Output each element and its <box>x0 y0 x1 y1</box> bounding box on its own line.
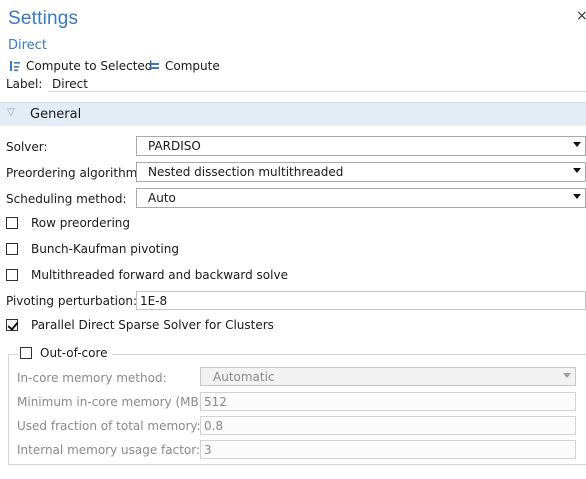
section-general-header[interactable]: ▽ General <box>0 102 586 126</box>
row-preordering-label: Row preordering <box>31 216 130 230</box>
compute-label: Compute <box>165 59 220 73</box>
node-name: Direct <box>8 38 47 53</box>
in-core-method-select: Automatic <box>200 367 576 386</box>
dropdown-arrow-icon <box>573 142 581 147</box>
preordering-select[interactable]: Nested dissection multithreaded <box>136 162 586 182</box>
multithreaded-checkbox[interactable] <box>6 269 18 281</box>
out-of-core-label: Out-of-core <box>40 346 108 360</box>
solver-value: PARDISO <box>148 139 201 153</box>
parallel-checkbox[interactable] <box>6 319 18 331</box>
row-preordering-checkbox-row[interactable]: Row preordering <box>6 215 130 231</box>
label-row: Label: <box>6 76 586 93</box>
compute-to-selected-label: Compute to Selected <box>26 59 153 73</box>
preordering-label: Preordering algorithm: <box>6 166 142 180</box>
scheduling-select[interactable]: Auto <box>136 188 586 208</box>
in-core-method-label: In-core memory method: <box>17 371 167 385</box>
section-title: General <box>30 107 82 122</box>
out-of-core-checkbox[interactable] <box>20 347 32 359</box>
compute-button[interactable]: Compute <box>149 58 220 74</box>
close-icon[interactable]: × <box>576 8 586 24</box>
chevron-down-icon: ▽ <box>7 107 15 118</box>
solver-label: Solver: <box>6 140 48 154</box>
out-of-core-checkbox-row[interactable]: Out-of-core <box>18 345 112 361</box>
dropdown-arrow-icon <box>563 373 571 378</box>
min-memory-input: 512 <box>200 392 576 411</box>
multithreaded-checkbox-row[interactable]: Multithreaded forward and backward solve <box>6 267 288 283</box>
compute-icon <box>149 63 159 69</box>
row-preordering-checkbox[interactable] <box>6 217 18 229</box>
parallel-checkbox-row[interactable]: Parallel Direct Sparse Solver for Cluste… <box>6 317 274 333</box>
scheduling-value: Auto <box>148 191 176 205</box>
bunch-kaufman-checkbox[interactable] <box>6 243 18 255</box>
min-memory-label: Minimum in-core memory (MB): <box>17 395 208 409</box>
page-title: Settings <box>8 8 79 29</box>
used-fraction-input: 0.8 <box>200 416 576 435</box>
usage-factor-input: 3 <box>200 440 576 459</box>
pivoting-input[interactable]: 1E-8 <box>136 291 586 310</box>
dropdown-arrow-icon <box>573 194 581 199</box>
label-field-label: Label: <box>6 77 43 91</box>
scheduling-label: Scheduling method: <box>6 192 127 206</box>
compute-to-selected-icon <box>10 61 20 72</box>
dropdown-arrow-icon <box>573 168 581 173</box>
label-field[interactable] <box>48 76 586 92</box>
in-core-method-value: Automatic <box>213 370 275 384</box>
used-fraction-label: Used fraction of total memory: <box>17 419 201 433</box>
solver-select[interactable]: PARDISO <box>136 136 586 156</box>
preordering-value: Nested dissection multithreaded <box>148 165 344 179</box>
bunch-kaufman-checkbox-row[interactable]: Bunch-Kaufman pivoting <box>6 241 179 257</box>
usage-factor-label: Internal memory usage factor: <box>17 443 201 457</box>
multithreaded-label: Multithreaded forward and backward solve <box>31 268 288 282</box>
parallel-label: Parallel Direct Sparse Solver for Cluste… <box>31 318 274 332</box>
bunch-kaufman-label: Bunch-Kaufman pivoting <box>31 242 179 256</box>
pivoting-label: Pivoting perturbation: <box>6 294 138 308</box>
compute-to-selected-button[interactable]: Compute to Selected <box>10 58 152 74</box>
